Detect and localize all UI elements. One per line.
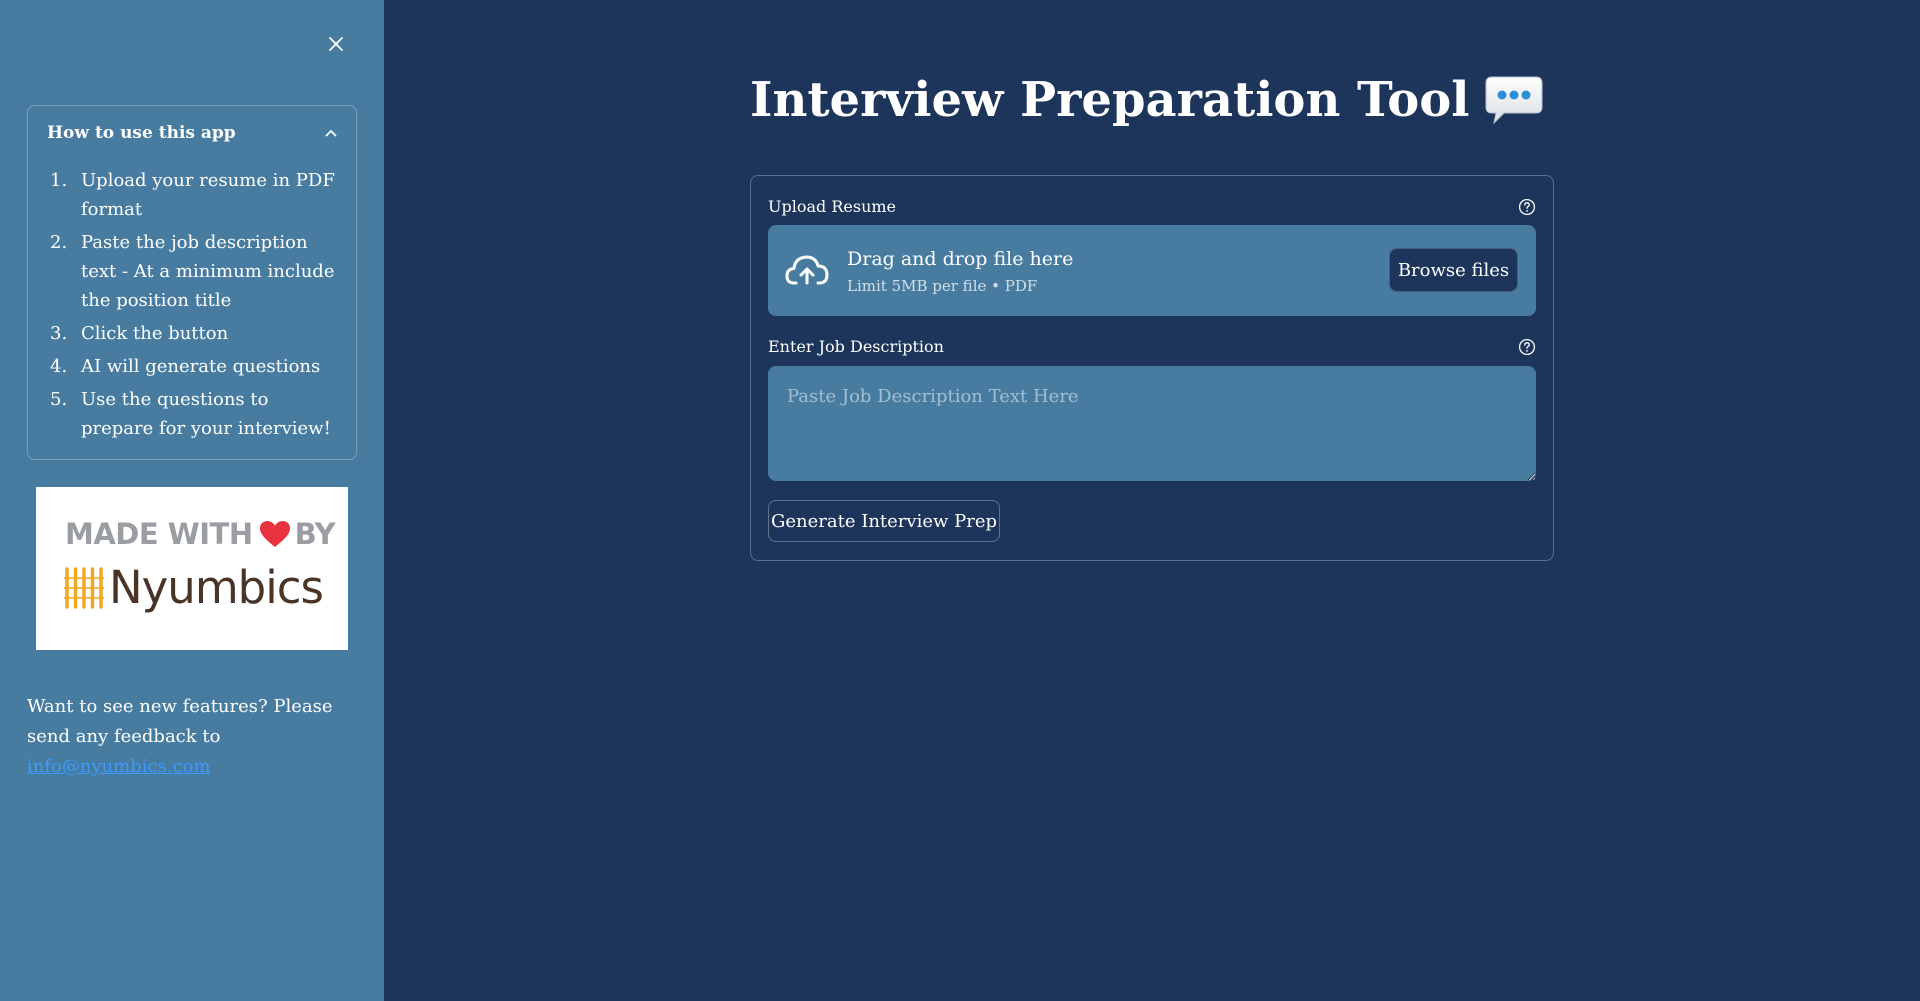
dropzone-instructions: Drag and drop file here [847, 248, 1074, 270]
close-sidebar-button[interactable] [320, 28, 352, 60]
close-icon [329, 37, 343, 51]
list-item: 1. Upload your resume in PDF format [50, 170, 335, 220]
made-with-love-logo: MADE WITH BY Nyumbics [36, 487, 348, 650]
app-root: How to use this app 1. Upload your resum… [0, 0, 1920, 1001]
list-item: 5. Use the questions to prepare for your… [50, 389, 331, 439]
resume-dropzone[interactable]: Drag and drop file here Limit 5MB per fi… [768, 225, 1536, 316]
feedback-email-link[interactable]: info@nyumbics.com [27, 756, 211, 777]
logo-tagline: MADE WITH BY [65, 517, 336, 551]
help-icon[interactable] [1518, 198, 1536, 216]
help-icon[interactable] [1518, 338, 1536, 356]
sidebar: How to use this app 1. Upload your resum… [0, 0, 384, 1001]
job-description-label: Enter Job Description [768, 337, 944, 356]
logo-brand: Nyumbics [63, 561, 324, 614]
dropzone-limit: Limit 5MB per file • PDF [847, 277, 1038, 295]
page-title: Interview Preparation Tool [750, 72, 1544, 128]
list-item: 2. Paste the job description text - At a… [50, 232, 335, 311]
how-to-steps: 1. Upload your resume in PDF format 2. P… [47, 166, 343, 447]
chevron-up-icon [325, 130, 337, 137]
upload-resume-label: Upload Resume [768, 197, 897, 216]
how-to-expander-header[interactable]: How to use this app [28, 106, 356, 160]
nyumbics-mark-icon [64, 566, 104, 609]
interview-prep-form: Upload Resume Drag and drop file here Li… [750, 175, 1554, 561]
how-to-title: How to use this app [47, 123, 236, 143]
browse-files-button[interactable]: Browse files [1389, 248, 1518, 292]
generate-interview-prep-button[interactable]: Generate Interview Prep [768, 500, 1000, 542]
cloud-upload-icon [785, 255, 829, 285]
speech-bubble-icon [1484, 75, 1544, 125]
job-description-input[interactable] [768, 366, 1536, 481]
feedback-text: Want to see new features? Please send an… [27, 696, 333, 777]
how-to-expander: How to use this app 1. Upload your resum… [27, 105, 357, 460]
list-item: 4. AI will generate questions [50, 356, 321, 377]
list-item: 3. Click the button [50, 323, 229, 344]
heart-icon [259, 520, 291, 548]
